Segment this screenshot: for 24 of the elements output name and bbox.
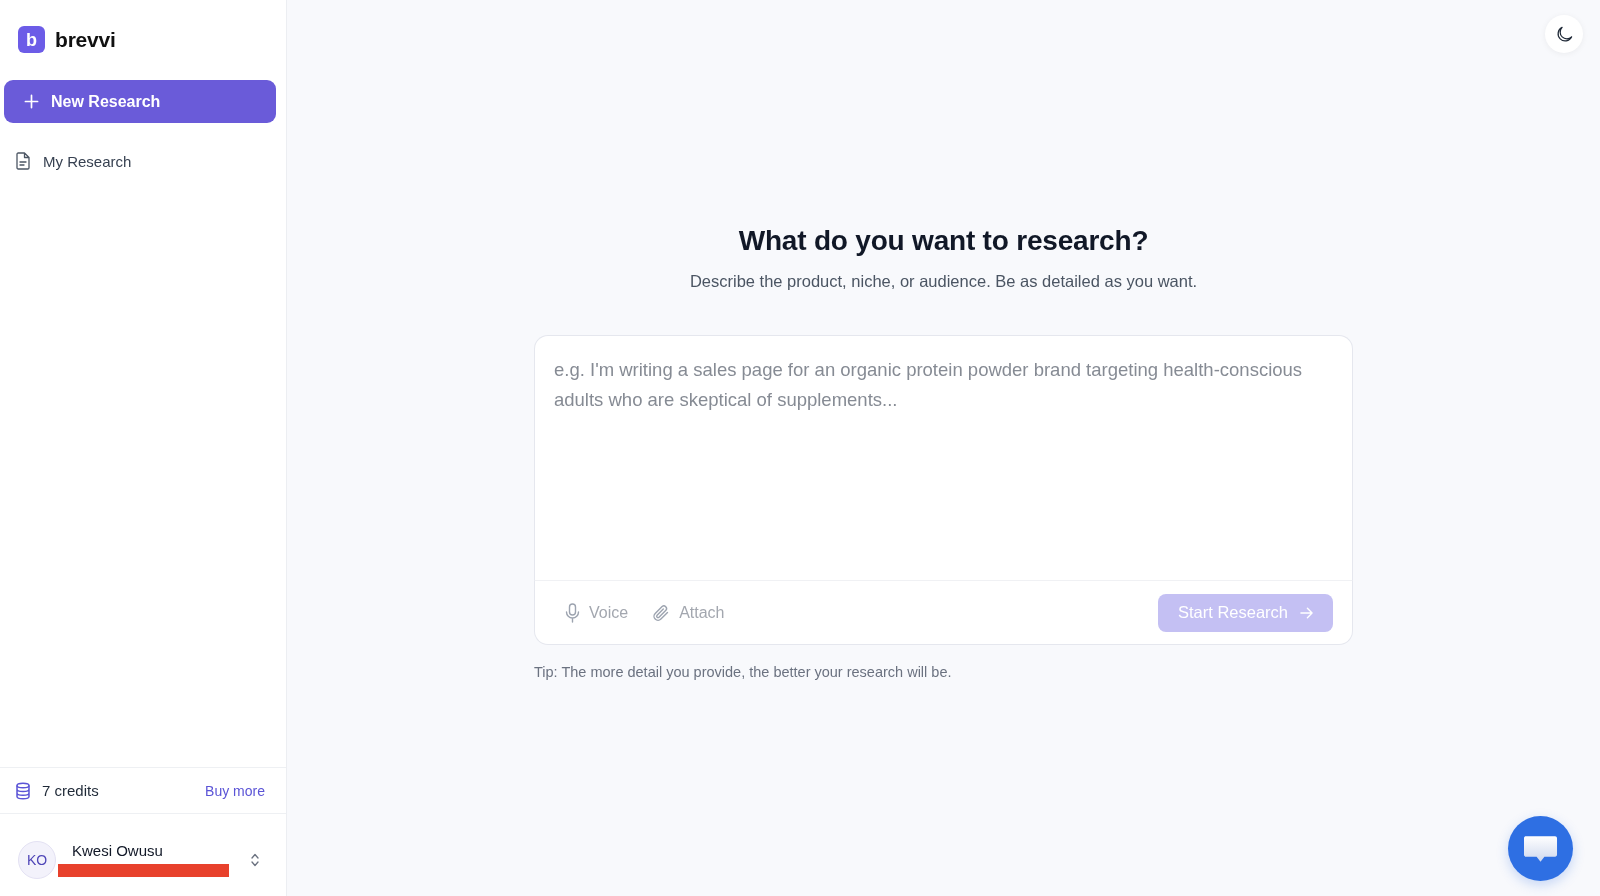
new-research-button[interactable]: New Research	[4, 80, 276, 123]
credits-count: 7 credits	[42, 782, 99, 799]
page-heading: What do you want to research?	[738, 224, 1149, 258]
document-icon	[15, 152, 31, 170]
buy-more-link[interactable]: Buy more	[205, 782, 265, 799]
page-subtitle: Describe the product, niche, or audience. Be as detailed as you want.	[689, 271, 1198, 292]
paperclip-icon	[652, 603, 671, 622]
microphone-icon	[565, 602, 580, 623]
speech-bubble-icon	[1523, 834, 1558, 863]
prompt-field[interactable]: e.g. I'm writing a sales page for an organic protein powder brand targeting health-conscious adults who are skeptical of supplements...	[534, 335, 1353, 580]
theme-toggle-button[interactable]	[1545, 15, 1583, 53]
logo-name: brevvi	[55, 27, 116, 52]
plus-icon	[24, 94, 39, 109]
arrow-right-icon	[1300, 606, 1313, 619]
chat-launcher-button[interactable]	[1508, 816, 1573, 881]
account-switcher[interactable]: KO Kwesi Owusu	[0, 813, 286, 896]
avatar: KO	[18, 841, 56, 879]
coin-stack-icon	[15, 781, 31, 800]
chevron-up-down-icon	[251, 853, 259, 867]
moon-icon	[1555, 25, 1573, 43]
tip-text: Tip: The more detail you provide, the better your research will be.	[534, 664, 953, 680]
logo-mark: b	[18, 26, 45, 53]
nav-item[interactable]: My Research	[4, 146, 282, 176]
user-name: Kwesi Owusu	[72, 842, 163, 859]
